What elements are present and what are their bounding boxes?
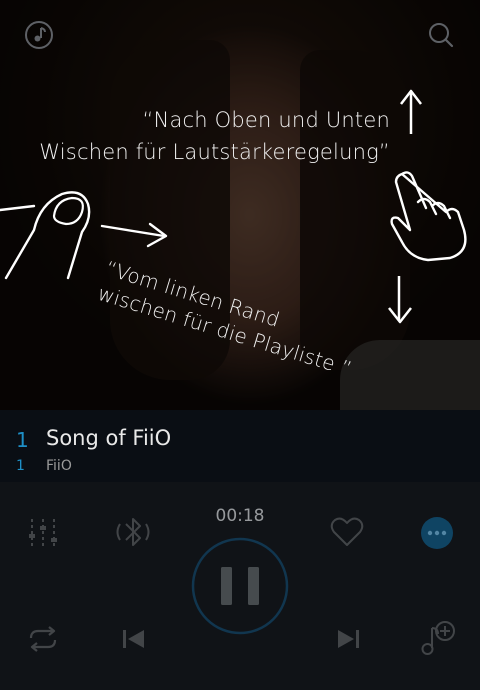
arrow-down-icon	[388, 276, 412, 324]
controls-overlay	[0, 482, 480, 690]
search-icon-graphic	[429, 23, 454, 48]
track-title: Song of FiiO	[46, 426, 172, 450]
arrow-right-icon	[100, 222, 168, 248]
volume-hint-line2: Wischen für Lautstärkeregelung”	[39, 140, 390, 164]
music-note-icon[interactable]	[24, 20, 54, 50]
volume-hint-line1: “Nach Oben und Unten	[142, 108, 390, 132]
now-playing-bar[interactable]: 1 1 Song of FiiO FiiO	[0, 410, 480, 482]
track-sub-number: 1	[16, 458, 25, 474]
volume-hint: “Nach Oben und Unten Wischen für Lautstä…	[30, 104, 390, 168]
swipe-hand-icon	[390, 171, 467, 262]
track-number: 1	[16, 428, 29, 452]
music-note-icon-graphic	[25, 21, 53, 49]
swipe-finger-icon	[0, 191, 91, 280]
arrow-up-icon	[400, 89, 422, 134]
player-controls: 00:18	[0, 482, 480, 690]
search-icon[interactable]	[426, 20, 456, 50]
player-screen: “Nach Oben und Unten Wischen für Lautstä…	[0, 0, 480, 690]
track-artist: FiiO	[46, 458, 72, 474]
